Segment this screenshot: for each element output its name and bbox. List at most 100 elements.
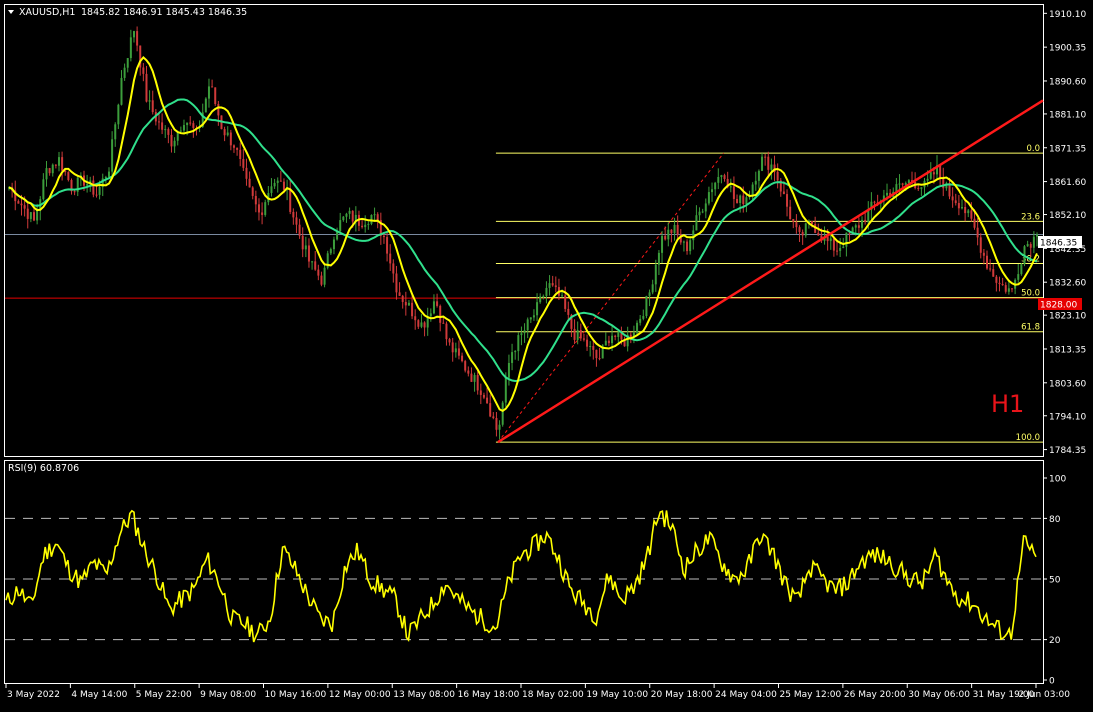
rsi-header-label: RSI(9) 60.8706 bbox=[8, 463, 79, 474]
candle-body bbox=[495, 418, 498, 430]
candle-body bbox=[157, 121, 160, 123]
candle-body bbox=[561, 295, 564, 297]
candles bbox=[8, 26, 1038, 440]
price-axis[interactable]: 1910.10 1900.35 1890.60 1881.10 1871.35 1861.… bbox=[1043, 10, 1086, 456]
candle-body bbox=[739, 195, 742, 203]
candle-body bbox=[339, 220, 342, 232]
candle-body bbox=[304, 245, 307, 250]
candle-body bbox=[254, 195, 257, 205]
candle-body bbox=[32, 212, 35, 221]
candle-body bbox=[492, 416, 495, 419]
candle-body bbox=[742, 195, 745, 205]
candle-body bbox=[148, 100, 151, 102]
candle-body bbox=[839, 247, 842, 251]
trendline[interactable] bbox=[497, 99, 1044, 444]
candle-body bbox=[92, 180, 95, 195]
candle-body bbox=[270, 186, 273, 194]
candle-body bbox=[329, 249, 332, 254]
level-price-label: 1828.00 bbox=[1040, 301, 1077, 311]
ohlc-label: 1845.82 1846.91 1845.43 1846.35 bbox=[81, 7, 247, 18]
candle-body bbox=[657, 252, 660, 265]
candle-body bbox=[120, 77, 123, 105]
candle-body bbox=[979, 237, 982, 253]
candle-body bbox=[367, 223, 370, 225]
candle-body bbox=[276, 180, 279, 183]
candle-body bbox=[223, 129, 226, 136]
candle-body bbox=[401, 295, 404, 302]
menu-triangle-icon[interactable] bbox=[8, 10, 14, 14]
candle-body bbox=[964, 206, 967, 214]
candle-body bbox=[448, 339, 451, 343]
chart-window[interactable]: 0.0 23.6 38.2 50.0 61.8 100.0 1910.10 1900.35 1… bbox=[0, 0, 1093, 708]
price-tick-label: 1813.35 bbox=[1049, 345, 1086, 355]
candle-body bbox=[1032, 236, 1035, 248]
candle-body bbox=[242, 159, 245, 168]
candle-body bbox=[998, 282, 1001, 285]
time-axis[interactable]: 3 May 2022 4 May 14:00 5 May 22:00 9 May 08… bbox=[5, 683, 1070, 700]
rsi-tick-label: 20 bbox=[1049, 636, 1061, 646]
time-tick-label: 24 May 04:00 bbox=[715, 690, 777, 700]
candle-body bbox=[586, 339, 589, 347]
candle-body bbox=[651, 284, 654, 293]
candle-body bbox=[523, 330, 526, 334]
time-tick-label: 4 May 14:00 bbox=[71, 690, 127, 700]
candle-body bbox=[264, 202, 267, 215]
candle-body bbox=[23, 205, 26, 209]
candle-body bbox=[498, 424, 501, 430]
candle-body bbox=[436, 301, 439, 306]
candle-body bbox=[667, 229, 670, 240]
candle-body bbox=[764, 156, 767, 158]
candle-body bbox=[695, 215, 698, 231]
time-tick-label: 12 May 00:00 bbox=[329, 690, 391, 700]
candle-body bbox=[501, 402, 504, 425]
candle-body bbox=[307, 245, 310, 262]
candle-body bbox=[73, 191, 76, 193]
chart-canvas[interactable]: 0.023.638.250.061.8100.0 1910.101900.351… bbox=[0, 0, 1093, 708]
candle-body bbox=[517, 335, 520, 352]
candle-body bbox=[711, 189, 714, 193]
candle-body bbox=[545, 287, 548, 296]
trendline-group[interactable] bbox=[497, 99, 1044, 444]
candle-body bbox=[714, 182, 717, 190]
candle-body bbox=[98, 187, 101, 195]
candle-body bbox=[445, 323, 448, 340]
candle-body bbox=[954, 200, 957, 204]
price-tick-label: 1794.10 bbox=[1049, 412, 1086, 422]
candle-body bbox=[1011, 288, 1014, 290]
candle-body bbox=[732, 186, 735, 199]
fib-level-label: 100.0 bbox=[1016, 433, 1040, 443]
candle-body bbox=[42, 179, 45, 200]
candle-body bbox=[520, 333, 523, 336]
candle-body bbox=[432, 301, 435, 314]
price-tick-label: 1900.35 bbox=[1049, 44, 1086, 54]
candle-body bbox=[842, 246, 845, 248]
price-tick-label: 1871.35 bbox=[1049, 144, 1086, 154]
candle-body bbox=[757, 170, 760, 181]
candle-body bbox=[836, 250, 839, 252]
candle-body bbox=[576, 330, 579, 340]
candle-body bbox=[423, 322, 426, 328]
fibonacci-retracement[interactable]: 0.023.638.250.061.8100.0 bbox=[495, 144, 1043, 443]
candle-body bbox=[1020, 264, 1023, 275]
fib-level-label: 0.0 bbox=[1026, 144, 1040, 154]
candle-body bbox=[704, 203, 707, 212]
candle-body bbox=[111, 139, 114, 172]
candle-body bbox=[811, 221, 814, 224]
candle-body bbox=[614, 335, 617, 337]
candle-body bbox=[429, 313, 432, 317]
candle-body bbox=[214, 87, 217, 105]
candle-body bbox=[751, 184, 754, 196]
candle-body bbox=[370, 214, 373, 224]
candle-body bbox=[45, 168, 48, 180]
time-tick-label: 10 May 16:00 bbox=[265, 690, 327, 700]
candle-body bbox=[514, 351, 517, 353]
price-tick-label: 1852.10 bbox=[1049, 211, 1086, 221]
candle-body bbox=[301, 235, 304, 250]
candle-body bbox=[142, 67, 145, 74]
candle-body bbox=[232, 145, 235, 148]
candle-body bbox=[854, 225, 857, 228]
timeframe-label: H1 bbox=[991, 390, 1024, 418]
candle-body bbox=[573, 328, 576, 340]
candle-body bbox=[720, 175, 723, 177]
candle-body bbox=[164, 129, 167, 131]
